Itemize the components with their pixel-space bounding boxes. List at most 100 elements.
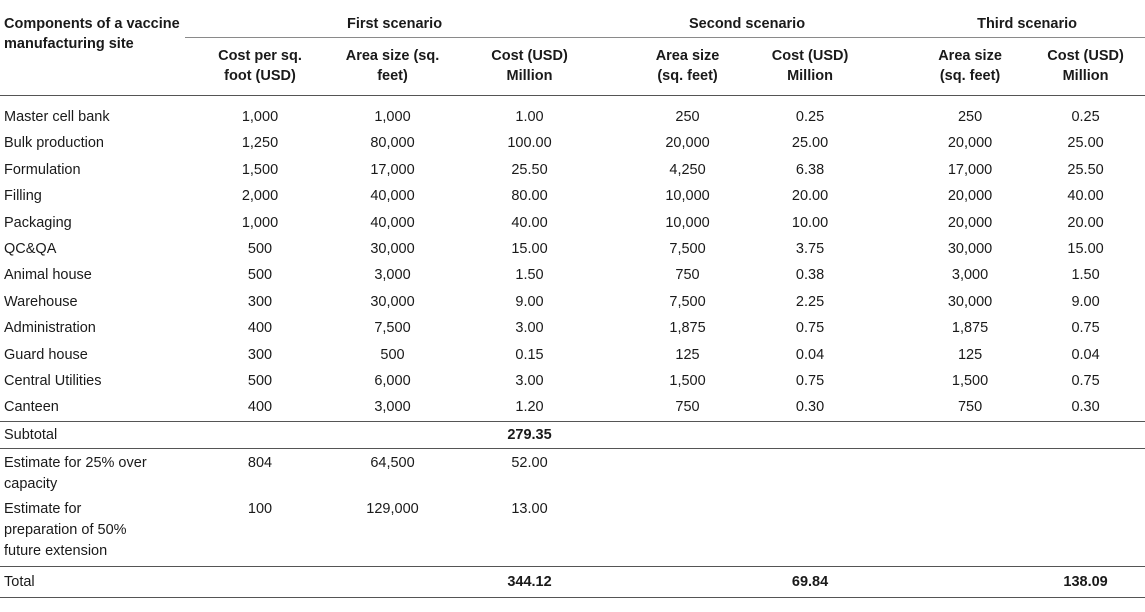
total-label: Total (0, 565, 185, 598)
subtotal-row: Subtotal 279.35 (0, 420, 1145, 449)
row-cell: 25.00 (1067, 135, 1104, 152)
row-cell: 750 (675, 267, 700, 284)
empty-cell (1010, 495, 1145, 567)
row-cell: 20,000 (947, 135, 993, 152)
components-header: Components of a vaccine manufacturing si… (0, 0, 185, 96)
estimate-cell: 13.00 (511, 500, 548, 517)
row-cell: 1,500 (951, 372, 989, 389)
row-cell: 100.00 (507, 135, 552, 152)
row-cell: 1,875 (669, 320, 706, 337)
empty-cell (585, 448, 730, 495)
cost-table: Components of a vaccine manufacturing si… (0, 0, 1145, 598)
first-scenario-header: First scenario (185, 0, 586, 38)
row-cell: 20,000 (947, 214, 993, 231)
row-cell: 1.20 (515, 399, 544, 416)
row-cell: 1,000 (241, 214, 279, 231)
table-row: Warehouse 300 30,000 9.00 7,500 2.25 30,000 9.0… (0, 289, 1145, 315)
row-cell: 20.00 (1067, 214, 1104, 231)
empty-cell (325, 565, 460, 598)
row-cell: 0.25 (1071, 109, 1100, 125)
row-cell: 500 (380, 346, 405, 363)
row-cell: 20,000 (665, 135, 710, 152)
total-first-scenario: 344.12 (460, 565, 586, 598)
row-cell: 40.00 (511, 214, 548, 231)
estimate-cell: 129,000 (366, 500, 419, 517)
row-cell: 750 (675, 399, 700, 416)
table-row: Guard house 300 500 0.15 125 0.04 125 0.04 (0, 342, 1145, 368)
row-cell: 2.25 (795, 293, 825, 310)
row-cell: 1,500 (669, 372, 706, 389)
row-cell: 0.04 (1071, 346, 1100, 363)
col-header-cost-first: Cost (USD) Million (460, 37, 586, 96)
empty-cell (585, 495, 730, 567)
empty-cell (185, 565, 325, 598)
second-scenario-header: Second scenario (585, 0, 871, 38)
row-cell: 125 (957, 346, 983, 363)
col-header-cost-per-sqft: Cost per sq. foot (USD) (185, 37, 325, 96)
row-cell: 3,000 (374, 399, 411, 416)
row-cell: 500 (247, 240, 273, 257)
row-cell: 0.75 (795, 372, 825, 389)
row-cell: 2,000 (241, 188, 279, 205)
row-cell: 0.38 (795, 267, 825, 284)
total-third-scenario: 138.09 (1010, 565, 1145, 598)
estimate-label: Estimate for preparation of 50% future e… (4, 500, 127, 559)
row-cell: 300 (247, 293, 273, 310)
empty-cell (730, 420, 871, 449)
row-cell: 125 (675, 346, 700, 363)
row-cell: 40,000 (370, 214, 415, 231)
table-row: Central Utilities 500 6,000 3.00 1,500 0.75 1,… (0, 368, 1145, 394)
row-cell: 7,500 (669, 293, 706, 310)
row-cell: 400 (247, 320, 273, 337)
subtotal-label: Subtotal (0, 420, 185, 449)
row-label: Packaging (4, 214, 72, 231)
row-cell: 7,500 (374, 320, 411, 337)
table-row: Animal house 500 3,000 1.50 750 0.38 3,000 1.50 (0, 262, 1145, 288)
row-cell: 25.50 (1067, 161, 1104, 178)
row-label: Administration (4, 320, 96, 337)
estimate-cell: 64,500 (370, 454, 415, 471)
row-cell: 750 (957, 399, 983, 416)
col-header-area-second: Area size (sq. feet) (585, 37, 731, 96)
estimate-row: Estimate for 25% over capacity 804 64,500 5… (0, 448, 1145, 495)
row-cell: 250 (675, 109, 700, 125)
row-cell: 10,000 (665, 188, 710, 205)
table-row: Bulk production 1,250 80,000 100.00 20,000 25… (0, 130, 1145, 156)
empty-cell (730, 448, 870, 495)
row-cell: 250 (957, 109, 983, 125)
col-header-cost-third: Cost (USD) Million (1010, 37, 1145, 96)
empty-cell (1010, 420, 1145, 449)
estimate-row: Estimate for preparation of 50% future e… (0, 495, 1145, 567)
row-label: QC&QA (4, 240, 57, 257)
row-cell: 0.25 (795, 109, 825, 125)
row-label: Warehouse (4, 293, 78, 310)
row-label: Master cell bank (4, 109, 110, 125)
estimate-label: Estimate for 25% over capacity (4, 454, 147, 492)
row-cell: 4,250 (669, 161, 706, 178)
table-row: Master cell bank 1,000 1,000 1.00 250 0.25 250… (0, 96, 1145, 131)
row-cell: 30,000 (370, 240, 415, 257)
row-cell: 500 (247, 372, 273, 389)
row-cell: 0.75 (795, 320, 825, 337)
row-cell: 7,500 (669, 240, 706, 257)
empty-cell (1010, 448, 1145, 495)
table-row: Packaging 1,000 40,000 40.00 10,000 10.00 20,0… (0, 210, 1145, 236)
row-cell: 0.75 (1071, 320, 1100, 337)
row-cell: 500 (247, 267, 273, 284)
table-row: Canteen 400 3,000 1.20 750 0.30 750 0.30 (0, 394, 1145, 421)
empty-cell (870, 448, 1010, 495)
row-label: Formulation (4, 161, 81, 178)
row-label: Filling (4, 188, 42, 205)
estimate-cell: 52.00 (511, 454, 548, 471)
empty-cell (730, 495, 870, 567)
col-header-cost-second: Cost (USD) Million (730, 37, 871, 96)
estimate-cell: 804 (247, 454, 273, 471)
empty-cell (870, 565, 1011, 598)
row-cell: 3.75 (795, 240, 825, 257)
subtotal-value: 279.35 (460, 420, 586, 449)
col-header-area-first: Area size (sq. feet) (325, 37, 460, 96)
row-cell: 9.00 (515, 293, 544, 310)
row-label: Guard house (4, 346, 88, 363)
row-cell: 6.38 (795, 161, 825, 178)
row-cell: 15.00 (1067, 240, 1104, 257)
